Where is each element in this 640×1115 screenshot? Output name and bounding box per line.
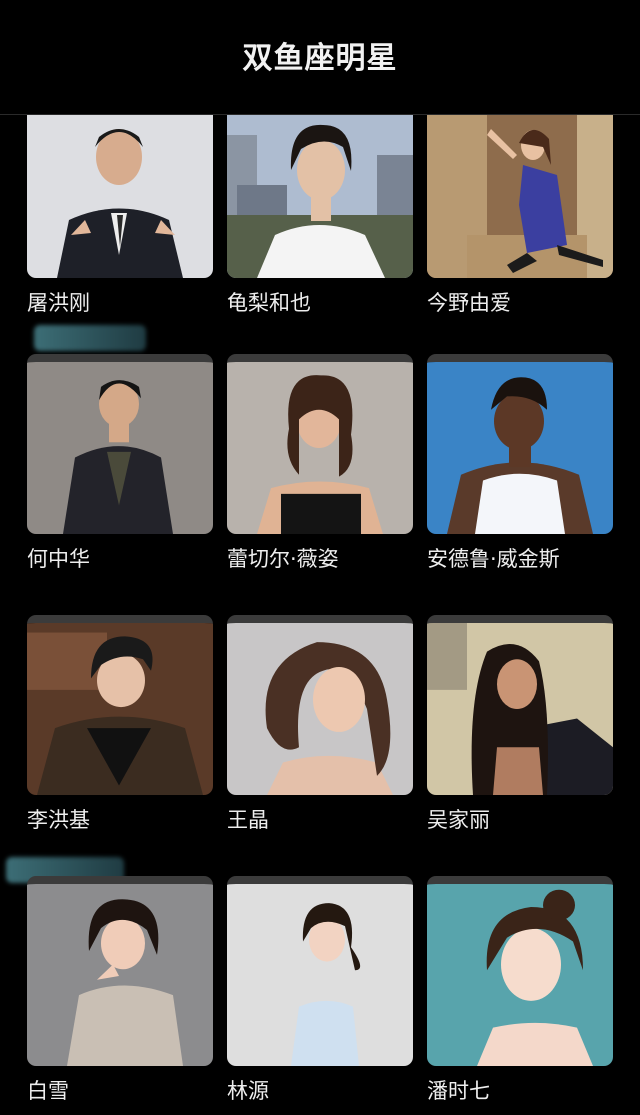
celebrity-name[interactable]: 何中华 — [27, 543, 90, 573]
celebrity-photo[interactable] — [227, 876, 413, 1066]
celebrity-photo[interactable] — [27, 615, 213, 795]
celebrity-card[interactable]: 屠洪刚 — [27, 115, 213, 354]
celebrity-name[interactable]: 吴家丽 — [427, 804, 490, 834]
celebrity-card[interactable]: 白雪 — [27, 876, 213, 1115]
celebrity-name[interactable]: 林源 — [227, 1075, 269, 1105]
celebrity-name[interactable]: 白雪 — [27, 1075, 69, 1105]
celebrity-card[interactable]: 龟梨和也 — [227, 115, 413, 354]
celebrity-card[interactable]: 何中华 — [27, 354, 213, 615]
celebrity-photo[interactable] — [427, 615, 613, 795]
celebrity-name[interactable]: 王晶 — [227, 804, 269, 834]
celebrity-card[interactable]: 安德鲁·威金斯 — [427, 354, 613, 615]
app-screen: 双鱼座明星 屠洪刚 龟梨和也 今野由爱 何中华 蕾切尔·薇姿 安德鲁·威金斯 李… — [0, 0, 640, 1115]
celebrity-photo[interactable] — [27, 354, 213, 534]
celebrity-photo[interactable] — [227, 115, 413, 278]
celebrity-name[interactable]: 今野由爱 — [427, 287, 511, 317]
celebrity-photo[interactable] — [227, 354, 413, 534]
celebrity-name[interactable]: 蕾切尔·薇姿 — [227, 543, 339, 573]
celebrity-name[interactable]: 潘时七 — [427, 1075, 490, 1105]
celebrity-grid: 屠洪刚 龟梨和也 今野由爱 何中华 蕾切尔·薇姿 安德鲁·威金斯 李洪基 王晶 … — [27, 115, 617, 1115]
celebrity-name[interactable]: 李洪基 — [27, 804, 90, 834]
celebrity-card[interactable]: 今野由爱 — [427, 115, 613, 354]
celebrity-photo[interactable] — [27, 876, 213, 1066]
celebrity-photo[interactable] — [27, 115, 213, 278]
celebrity-photo[interactable] — [227, 615, 413, 795]
celebrity-card[interactable]: 林源 — [227, 876, 413, 1115]
celebrity-name[interactable]: 屠洪刚 — [27, 287, 90, 317]
celebrity-photo[interactable] — [427, 354, 613, 534]
celebrity-card[interactable]: 吴家丽 — [427, 615, 613, 876]
celebrity-photo[interactable] — [427, 876, 613, 1066]
celebrity-card[interactable]: 蕾切尔·薇姿 — [227, 354, 413, 615]
page-title: 双鱼座明星 — [242, 41, 398, 76]
celebrity-name[interactable]: 安德鲁·威金斯 — [427, 543, 560, 573]
celebrity-name[interactable]: 龟梨和也 — [227, 287, 311, 317]
celebrity-photo[interactable] — [427, 115, 613, 278]
celebrity-card[interactable]: 王晶 — [227, 615, 413, 876]
celebrity-card[interactable]: 潘时七 — [427, 876, 613, 1115]
top-bar: 双鱼座明星 — [0, 0, 640, 115]
celebrity-card[interactable]: 李洪基 — [27, 615, 213, 876]
